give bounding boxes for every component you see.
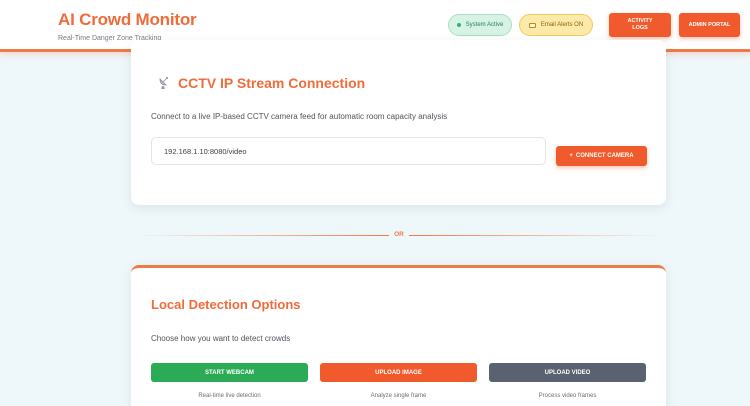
cctv-description: Connect to a live IP-based CCTV camera f… — [151, 112, 448, 121]
cctv-title-text: CCTV IP Stream Connection — [178, 75, 366, 91]
mail-icon — [528, 22, 536, 28]
divider-line-right — [409, 235, 663, 236]
activity-logs-label: ACTIVITY LOGS — [627, 18, 653, 31]
webcam-caption: Real-time live detection — [198, 393, 261, 399]
connect-camera-label: CONNECT CAMERA — [575, 153, 634, 159]
local-detection-card: Local Detection Options Choose how you w… — [131, 265, 666, 406]
email-alerts-badge[interactable]: Email Alerts ON — [519, 14, 593, 36]
upload-video-button[interactable]: UPLOAD VIDEO — [489, 363, 646, 382]
system-status-badge: System Active — [448, 14, 512, 36]
start-webcam-button[interactable]: START WEBCAM — [151, 363, 308, 382]
satellite-antenna-icon — [159, 77, 168, 89]
activity-logs-button[interactable]: ACTIVITY LOGS — [609, 13, 671, 37]
divider-line-left — [135, 235, 389, 236]
email-alerts-label: Email Alerts ON — [540, 22, 584, 28]
system-status-label: System Active — [465, 22, 504, 28]
connect-camera-button[interactable]: + CONNECT CAMERA — [556, 146, 647, 166]
image-caption: Analyze single frame — [370, 393, 427, 399]
or-divider-label: OR — [394, 231, 404, 238]
plus-icon: + — [569, 153, 573, 159]
app-title: AI Crowd Monitor — [58, 10, 197, 29]
stream-url-input[interactable] — [151, 137, 546, 165]
status-dot-icon — [456, 23, 461, 27]
upload-video-label: UPLOAD VIDEO — [544, 369, 591, 376]
upload-image-label: UPLOAD IMAGE — [375, 369, 422, 376]
cctv-card-title: CCTV IP Stream Connection — [157, 75, 365, 91]
video-caption: Process video frames — [538, 393, 597, 399]
local-detection-title: Local Detection Options — [151, 297, 301, 312]
admin-portal-label: ADMIN PORTAL — [688, 21, 731, 28]
local-detection-description: Choose how you want to detect crowds — [151, 334, 291, 343]
upload-image-button[interactable]: UPLOAD IMAGE — [320, 363, 477, 382]
cctv-connection-card: CCTV IP Stream Connection Connect to a l… — [131, 40, 666, 205]
start-webcam-label: START WEBCAM — [205, 369, 254, 376]
admin-portal-button[interactable]: ADMIN PORTAL — [679, 13, 740, 37]
